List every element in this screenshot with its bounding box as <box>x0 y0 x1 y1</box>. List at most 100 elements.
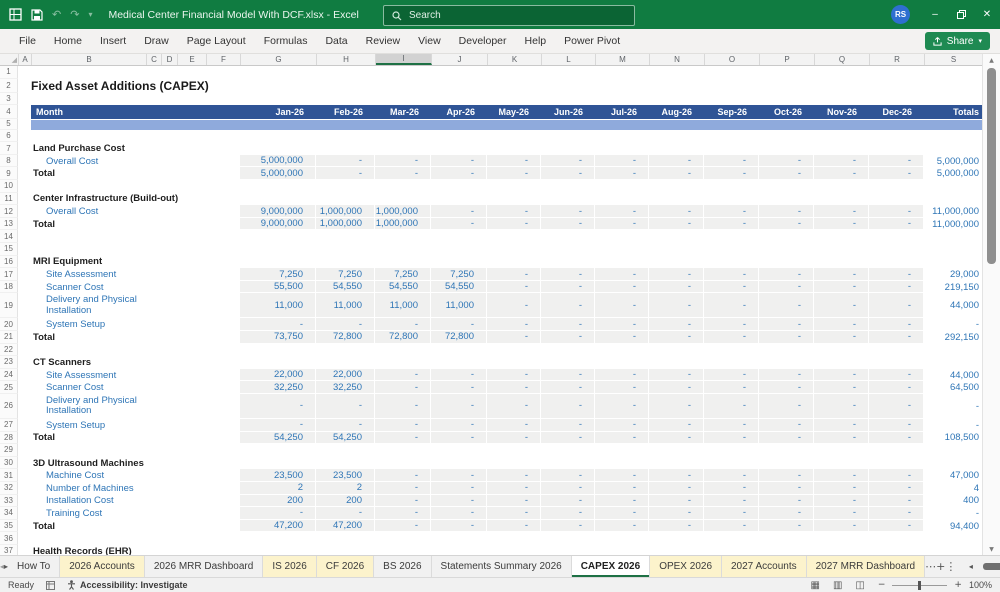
zoom-out-icon[interactable]: − <box>878 580 886 590</box>
sheet-tab-is-2026[interactable]: IS 2026 <box>263 556 317 577</box>
cell-jul-26-r9[interactable]: - <box>595 167 649 181</box>
sheet-menu-icon[interactable]: ⋮ <box>945 556 956 577</box>
cell-mar-26-r28[interactable]: - <box>375 431 431 445</box>
cell-totals-r25[interactable]: 64,500 <box>924 381 982 394</box>
row-number-11[interactable]: 11 <box>0 192 18 206</box>
cell-mar-26-r9[interactable]: - <box>375 167 431 181</box>
cell-oct-26-r8[interactable]: - <box>759 154 814 168</box>
sheet-tab-bs-2026[interactable]: BS 2026 <box>374 556 432 577</box>
ribbon-tab-data[interactable]: Data <box>316 35 356 47</box>
sheet-tab-opex-2026[interactable]: OPEX 2026 <box>650 556 722 577</box>
ribbon-tab-help[interactable]: Help <box>516 35 556 47</box>
cell-nov-26-r19[interactable]: - <box>814 293 869 319</box>
column-header-K[interactable]: K <box>488 54 542 65</box>
cell-oct-26-r20[interactable]: - <box>759 318 814 331</box>
cell-oct-26-r17[interactable]: - <box>759 268 814 281</box>
cell-oct-26-r26[interactable]: - <box>759 393 814 419</box>
row-number-3[interactable]: 3 <box>0 92 18 106</box>
cell-totals-r21[interactable]: 292,150 <box>924 331 982 344</box>
cell-apr-26-r34[interactable]: - <box>431 507 487 520</box>
row-number-29[interactable]: 29 <box>0 444 18 457</box>
cell-may-26-r33[interactable]: - <box>487 494 541 508</box>
save-icon[interactable] <box>31 8 43 21</box>
cell-apr-26-r33[interactable]: - <box>431 494 487 508</box>
cell-jun-26-r24[interactable]: - <box>541 368 595 382</box>
row-label-system-setup-r27[interactable]: System Setup <box>31 419 240 432</box>
cell-jun-26-r20[interactable]: - <box>541 318 595 331</box>
cell-jan-26-r26[interactable]: - <box>240 393 316 419</box>
header-cell-jun-26[interactable]: Jun-26 <box>541 105 595 120</box>
cell-nov-26-r33[interactable]: - <box>814 494 869 508</box>
horizontal-scrollbar[interactable]: ◂ ▸ <box>956 556 1000 577</box>
cell-dec-26-r8[interactable]: - <box>869 154 924 168</box>
column-header-L[interactable]: L <box>542 54 596 65</box>
cell-aug-26-r24[interactable]: - <box>649 368 704 382</box>
cell-may-26-r28[interactable]: - <box>487 431 541 445</box>
row-number-10[interactable]: 10 <box>0 180 18 193</box>
cell-totals-r19[interactable]: 44,000 <box>924 293 982 319</box>
horizontal-scrollbar-thumb[interactable] <box>983 563 1000 570</box>
cell-jun-26-r32[interactable]: - <box>541 481 595 495</box>
cell-aug-26-r33[interactable]: - <box>649 494 704 508</box>
cell-nov-26-r31[interactable]: - <box>814 469 869 482</box>
cell-feb-26-r24[interactable]: 22,000 <box>316 368 375 382</box>
scroll-up-icon[interactable]: ▲ <box>983 54 1000 66</box>
cell-jan-26-r27[interactable]: - <box>240 418 316 432</box>
header-cell-jan-26[interactable]: Jan-26 <box>240 105 316 120</box>
cell-aug-26-r17[interactable]: - <box>649 268 704 281</box>
ribbon-tab-formulas[interactable]: Formulas <box>255 35 317 47</box>
cell-aug-26-r28[interactable]: - <box>649 431 704 445</box>
cell-jul-26-r8[interactable]: - <box>595 154 649 168</box>
cell-mar-26-r27[interactable]: - <box>375 418 431 432</box>
cell-mar-26-r26[interactable]: - <box>375 393 431 419</box>
cell-oct-26-r19[interactable]: - <box>759 293 814 319</box>
row-label-overall-cost-r8[interactable]: Overall Cost <box>31 155 240 168</box>
row-number-9[interactable]: 9 <box>0 167 18 181</box>
column-header-C[interactable]: C <box>147 54 162 65</box>
cell-totals-r9[interactable]: 5,000,000 <box>924 167 982 181</box>
column-header-A[interactable]: A <box>19 54 32 65</box>
cell-dec-26-r12[interactable]: - <box>869 205 924 218</box>
cell-jun-26-r25[interactable]: - <box>541 381 595 394</box>
cell-may-26-r13[interactable]: - <box>487 217 541 231</box>
cell-aug-26-r19[interactable]: - <box>649 293 704 319</box>
header-cell-aug-26[interactable]: Aug-26 <box>649 105 704 120</box>
row-label-installation-cost-r33[interactable]: Installation Cost <box>31 495 240 508</box>
hscroll-left-icon[interactable]: ◂ <box>962 562 979 571</box>
ribbon-tab-draw[interactable]: Draw <box>135 35 178 47</box>
cell-aug-26-r18[interactable]: - <box>649 280 704 294</box>
header-cell-month[interactable]: Month <box>31 105 240 120</box>
section-label-3d-ultrasound-machines[interactable]: 3D Ultrasound Machines <box>31 457 240 470</box>
zoom-in-icon[interactable]: + <box>954 580 962 590</box>
cell-oct-26-r35[interactable]: - <box>759 519 814 533</box>
row-number-22[interactable]: 22 <box>0 343 18 357</box>
ribbon-tab-page-layout[interactable]: Page Layout <box>178 35 255 47</box>
cell-nov-26-r28[interactable]: - <box>814 431 869 445</box>
cell-aug-26-r21[interactable]: - <box>649 331 704 344</box>
cell-jul-26-r35[interactable]: - <box>595 519 649 533</box>
cell-oct-26-r27[interactable]: - <box>759 418 814 432</box>
cell-may-26-r19[interactable]: - <box>487 293 541 319</box>
cell-sep-26-r24[interactable]: - <box>704 368 759 382</box>
column-header-J[interactable]: J <box>432 54 488 65</box>
cell-may-26-r9[interactable]: - <box>487 167 541 181</box>
share-button[interactable]: Share ▾ <box>924 32 990 50</box>
row-label-delivery-and-physical-installation-r19[interactable]: Delivery and Physical Installation <box>31 293 240 318</box>
cell-nov-26-r9[interactable]: - <box>814 167 869 181</box>
cell-jul-26-r26[interactable]: - <box>595 393 649 419</box>
cell-oct-26-r32[interactable]: - <box>759 481 814 495</box>
cell-nov-26-r17[interactable]: - <box>814 268 869 281</box>
cell-aug-26-r25[interactable]: - <box>649 381 704 394</box>
cell-sep-26-r19[interactable]: - <box>704 293 759 319</box>
cell-jul-26-r34[interactable]: - <box>595 507 649 520</box>
cell-jan-26-r34[interactable]: - <box>240 507 316 520</box>
row-number-33[interactable]: 33 <box>0 494 18 508</box>
section-label-ct-scanners[interactable]: CT Scanners <box>31 356 240 369</box>
sheet-tab-2027-mrr-dashboard[interactable]: 2027 MRR Dashboard <box>806 556 926 577</box>
cell-jun-26-r34[interactable]: - <box>541 507 595 520</box>
cell-nov-26-r34[interactable]: - <box>814 507 869 520</box>
cell-jun-26-r31[interactable]: - <box>541 469 595 482</box>
header-cell-totals[interactable]: Totals <box>924 105 982 120</box>
cell-jan-26-r9[interactable]: 5,000,000 <box>240 167 316 181</box>
cell-may-26-r17[interactable]: - <box>487 268 541 281</box>
